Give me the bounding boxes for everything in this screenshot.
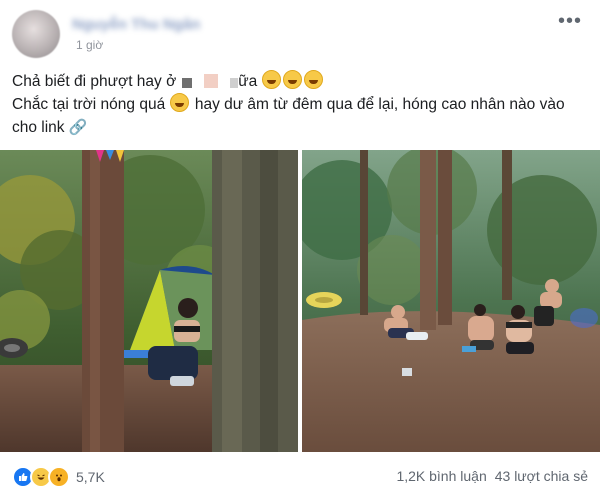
- grinning-emoji-icon: [169, 93, 189, 112]
- comment-count[interactable]: 1,2K bình luận: [396, 468, 486, 484]
- post-photo-left[interactable]: [0, 150, 298, 452]
- author-name[interactable]: Nguyễn Thu Ngân: [72, 16, 200, 33]
- facebook-post: Nguyễn Thu Ngân 1 giờ ••• Chả biết đi ph…: [0, 0, 600, 498]
- photo-right-illustration: [302, 150, 600, 452]
- wow-reaction-icon: [48, 466, 70, 488]
- caption-line-1-start: Chả biết đi phượt hay ở: [12, 73, 177, 90]
- link-icon: 🔗: [68, 119, 88, 136]
- caption-line-2-start: Chắc tại trời nóng quá: [12, 96, 166, 113]
- more-options-icon[interactable]: •••: [558, 10, 582, 33]
- caption-line-1-end: ữa: [238, 73, 258, 90]
- share-count[interactable]: 43 lượt chia sẻ: [495, 468, 588, 484]
- post-photo-right[interactable]: [302, 150, 600, 452]
- post-timestamp[interactable]: 1 giờ: [76, 38, 103, 52]
- caption-line-2: Chắc tại trời nóng quá hay dư âm từ đêm …: [12, 93, 588, 139]
- engagement-stats: 1,2K bình luận 43 lượt chia sẻ: [396, 468, 588, 484]
- redacted-block: [182, 78, 193, 88]
- post-caption: Chả biết đi phượt hay ở ữa Chắc tại trời …: [12, 70, 588, 139]
- reaction-summary[interactable]: 5,7K: [12, 466, 105, 488]
- author-avatar[interactable]: [12, 10, 60, 58]
- caption-line-1: Chả biết đi phượt hay ở ữa: [12, 70, 588, 93]
- grinning-emoji-icon: [282, 70, 302, 89]
- grinning-emoji-icon: [303, 70, 323, 89]
- grinning-emoji-icon: [261, 70, 281, 89]
- photo-left-illustration: [0, 150, 298, 452]
- reaction-count[interactable]: 5,7K: [76, 469, 105, 485]
- redacted-block: [204, 74, 219, 88]
- post-header: Nguyễn Thu Ngân 1 giờ •••: [12, 10, 588, 58]
